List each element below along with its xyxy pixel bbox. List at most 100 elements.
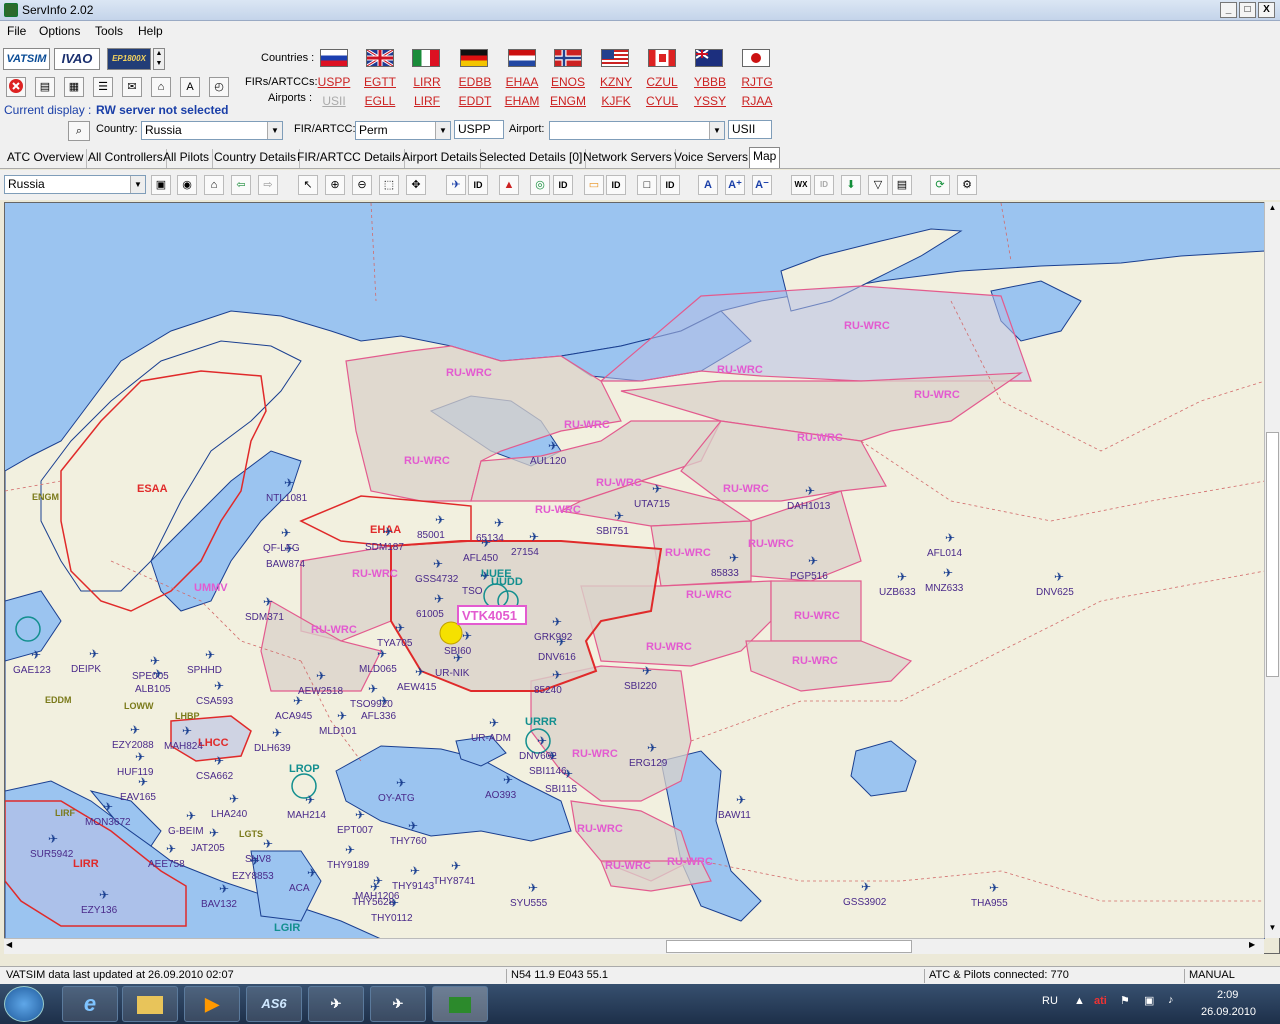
aircraft-icon[interactable]: ✈ [135,750,145,764]
pilot-callsign-label[interactable]: BAW874 [266,559,306,570]
scroll-up-icon[interactable]: ▲ [1266,203,1279,217]
tower-label[interactable]: LIRF [55,808,75,818]
pilot-callsign-label[interactable]: EAV165 [120,792,156,803]
aircraft-icon[interactable]: ✈ [355,808,365,822]
map-vertical-scrollbar[interactable]: ▲ ▼ [1264,202,1280,938]
pilot-callsign-label[interactable]: BAV132 [201,899,237,910]
aircraft-icon[interactable]: ✈ [529,530,539,544]
aircraft-icon[interactable]: ✈ [563,767,573,781]
clock-icon[interactable]: ◴ [209,77,229,97]
aircraft-id-toggle[interactable]: ID [468,175,488,195]
aircraft-icon[interactable]: ✈ [186,809,196,823]
fir-label[interactable]: RU-WRC [792,655,838,667]
tower-label[interactable]: EDDM [45,695,72,705]
font-bigger-icon[interactable]: A⁺ [725,175,745,195]
aircraft-icon[interactable]: ✈ [552,615,562,629]
pilot-callsign-label[interactable]: AFL014 [927,548,962,559]
pilot-callsign-label[interactable]: SBI60 [444,646,472,657]
apt-code-usii[interactable]: USII [316,94,352,108]
pilot-callsign-label[interactable]: ERG129 [629,758,668,769]
aircraft-toggle-icon[interactable]: ✈ [446,175,466,195]
aircraft-icon[interactable]: ✈ [808,554,818,568]
ivao-logo-button[interactable]: IVAO [54,48,100,70]
refresh-icon[interactable]: ⟳ [930,175,950,195]
find-icon[interactable]: ⌕ [68,121,90,141]
tray-flag-icon[interactable]: ⚑ [1120,994,1130,1007]
aircraft-icon[interactable]: ✈ [377,647,387,661]
aircraft-icon[interactable]: ✈ [1054,570,1064,584]
pilot-callsign-label[interactable]: THY8741 [433,876,476,887]
fir-label[interactable]: RU-WRC [723,483,769,495]
taskbar-ie-icon[interactable]: e [62,986,118,1022]
menu-help[interactable]: Help [138,24,163,38]
pilot-callsign-label[interactable]: EZY8853 [232,871,274,882]
fir-label[interactable]: RU-WRC [794,610,840,622]
apt-code-lirf[interactable]: LIRF [409,94,445,108]
menu-tools[interactable]: Tools [95,24,123,38]
grid-icon[interactable]: ▦ [64,77,84,97]
settings-icon[interactable]: ⚙ [957,175,977,195]
pilot-callsign-label[interactable]: DAH1013 [787,501,831,512]
pilot-callsign-label[interactable]: 85833 [711,568,739,579]
fir-code-ummv[interactable]: UMMV [194,582,228,594]
map-view[interactable]: RU-WRC RU-WRC RU-WRC RU-WRC RU-WRC RU-WR… [4,202,1280,954]
tower-label[interactable]: LOWW [124,701,154,711]
fir-code-kzny[interactable]: KZNY [598,75,634,89]
pilot-callsign-label[interactable]: DNV625 [1036,587,1074,598]
pilot-callsign-label[interactable]: HUF119 [117,767,154,778]
aircraft-icon[interactable]: ✈ [647,741,657,755]
pilot-callsign-label[interactable]: AO393 [485,790,517,801]
menu-file[interactable]: File [7,24,26,38]
weather-id-toggle[interactable]: ID [814,175,834,195]
scroll-down-icon[interactable]: ▼ [1266,923,1279,937]
pan-icon[interactable]: ✥ [406,175,426,195]
pilot-callsign-label[interactable]: SBI115 [545,784,577,795]
start-button[interactable] [4,986,44,1022]
aircraft-icon[interactable]: ✈ [182,724,192,738]
aircraft-icon[interactable]: ✈ [263,837,273,851]
fir-code-edbb[interactable]: EDBB [457,75,493,89]
fir-label[interactable]: RU-WRC [446,367,492,379]
aircraft-icon[interactable]: ✈ [395,621,405,635]
aircraft-icon[interactable]: ✈ [943,566,953,580]
label-font-icon[interactable]: A [698,175,718,195]
pilot-callsign-label[interactable]: DNV616 [538,652,576,663]
aircraft-icon[interactable]: ✈ [642,664,652,678]
message-icon[interactable]: ✉ [122,77,142,97]
selected-aircraft-marker[interactable] [439,621,463,645]
download-icon[interactable]: ⬇ [841,175,861,195]
menu-options[interactable]: Options [39,24,80,38]
fir-label[interactable]: RU-WRC [717,364,763,376]
tower-label[interactable]: LGTS [239,829,263,839]
pilot-callsign-label[interactable]: QF-LFG [263,543,300,554]
fir-label[interactable]: RU-WRC [797,432,843,444]
flag-australia[interactable] [695,49,723,67]
aircraft-icon[interactable]: ✈ [89,647,99,661]
flag-netherlands[interactable] [508,49,536,67]
notes-icon[interactable]: ▤ [35,77,55,97]
aircraft-icon[interactable]: ✈ [263,595,273,609]
fir-label[interactable]: RU-WRC [605,860,651,872]
scroll-right-icon[interactable]: ▶ [1249,940,1261,953]
fir-code-enos[interactable]: ENOS [550,75,586,89]
aircraft-icon[interactable]: ✈ [219,882,229,896]
aircraft-icon[interactable]: ✈ [272,726,282,740]
pilot-callsign-label[interactable]: MLD101 [319,726,357,737]
aircraft-icon[interactable]: ✈ [989,881,999,895]
third-network-logo-button[interactable]: EP1800X [107,48,151,70]
pilot-callsign-label[interactable]: SPHHD [187,665,222,676]
font-smaller-icon[interactable]: A⁻ [752,175,772,195]
pilot-callsign-label[interactable]: AFL336 [361,711,396,722]
apt-code-yssy[interactable]: YSSY [692,94,728,108]
flag-germany[interactable] [460,49,488,67]
aircraft-icon[interactable]: ✈ [481,536,491,550]
aircraft-icon[interactable]: ✈ [462,629,472,643]
map-canvas[interactable]: RU-WRC RU-WRC RU-WRC RU-WRC RU-WRC RU-WR… [5,203,1266,940]
tower-label[interactable]: ENGM [32,492,59,502]
map-horizontal-scrollbar[interactable]: ◀ ▶ [4,938,1264,954]
fir-label[interactable]: RU-WRC [564,419,610,431]
pilot-callsign-label[interactable]: OY-ATG [378,793,415,804]
pilot-callsign-label[interactable]: THY9143 [392,881,435,892]
aircraft-icon[interactable]: ✈ [214,754,224,768]
aircraft-icon[interactable]: ✈ [370,880,380,894]
